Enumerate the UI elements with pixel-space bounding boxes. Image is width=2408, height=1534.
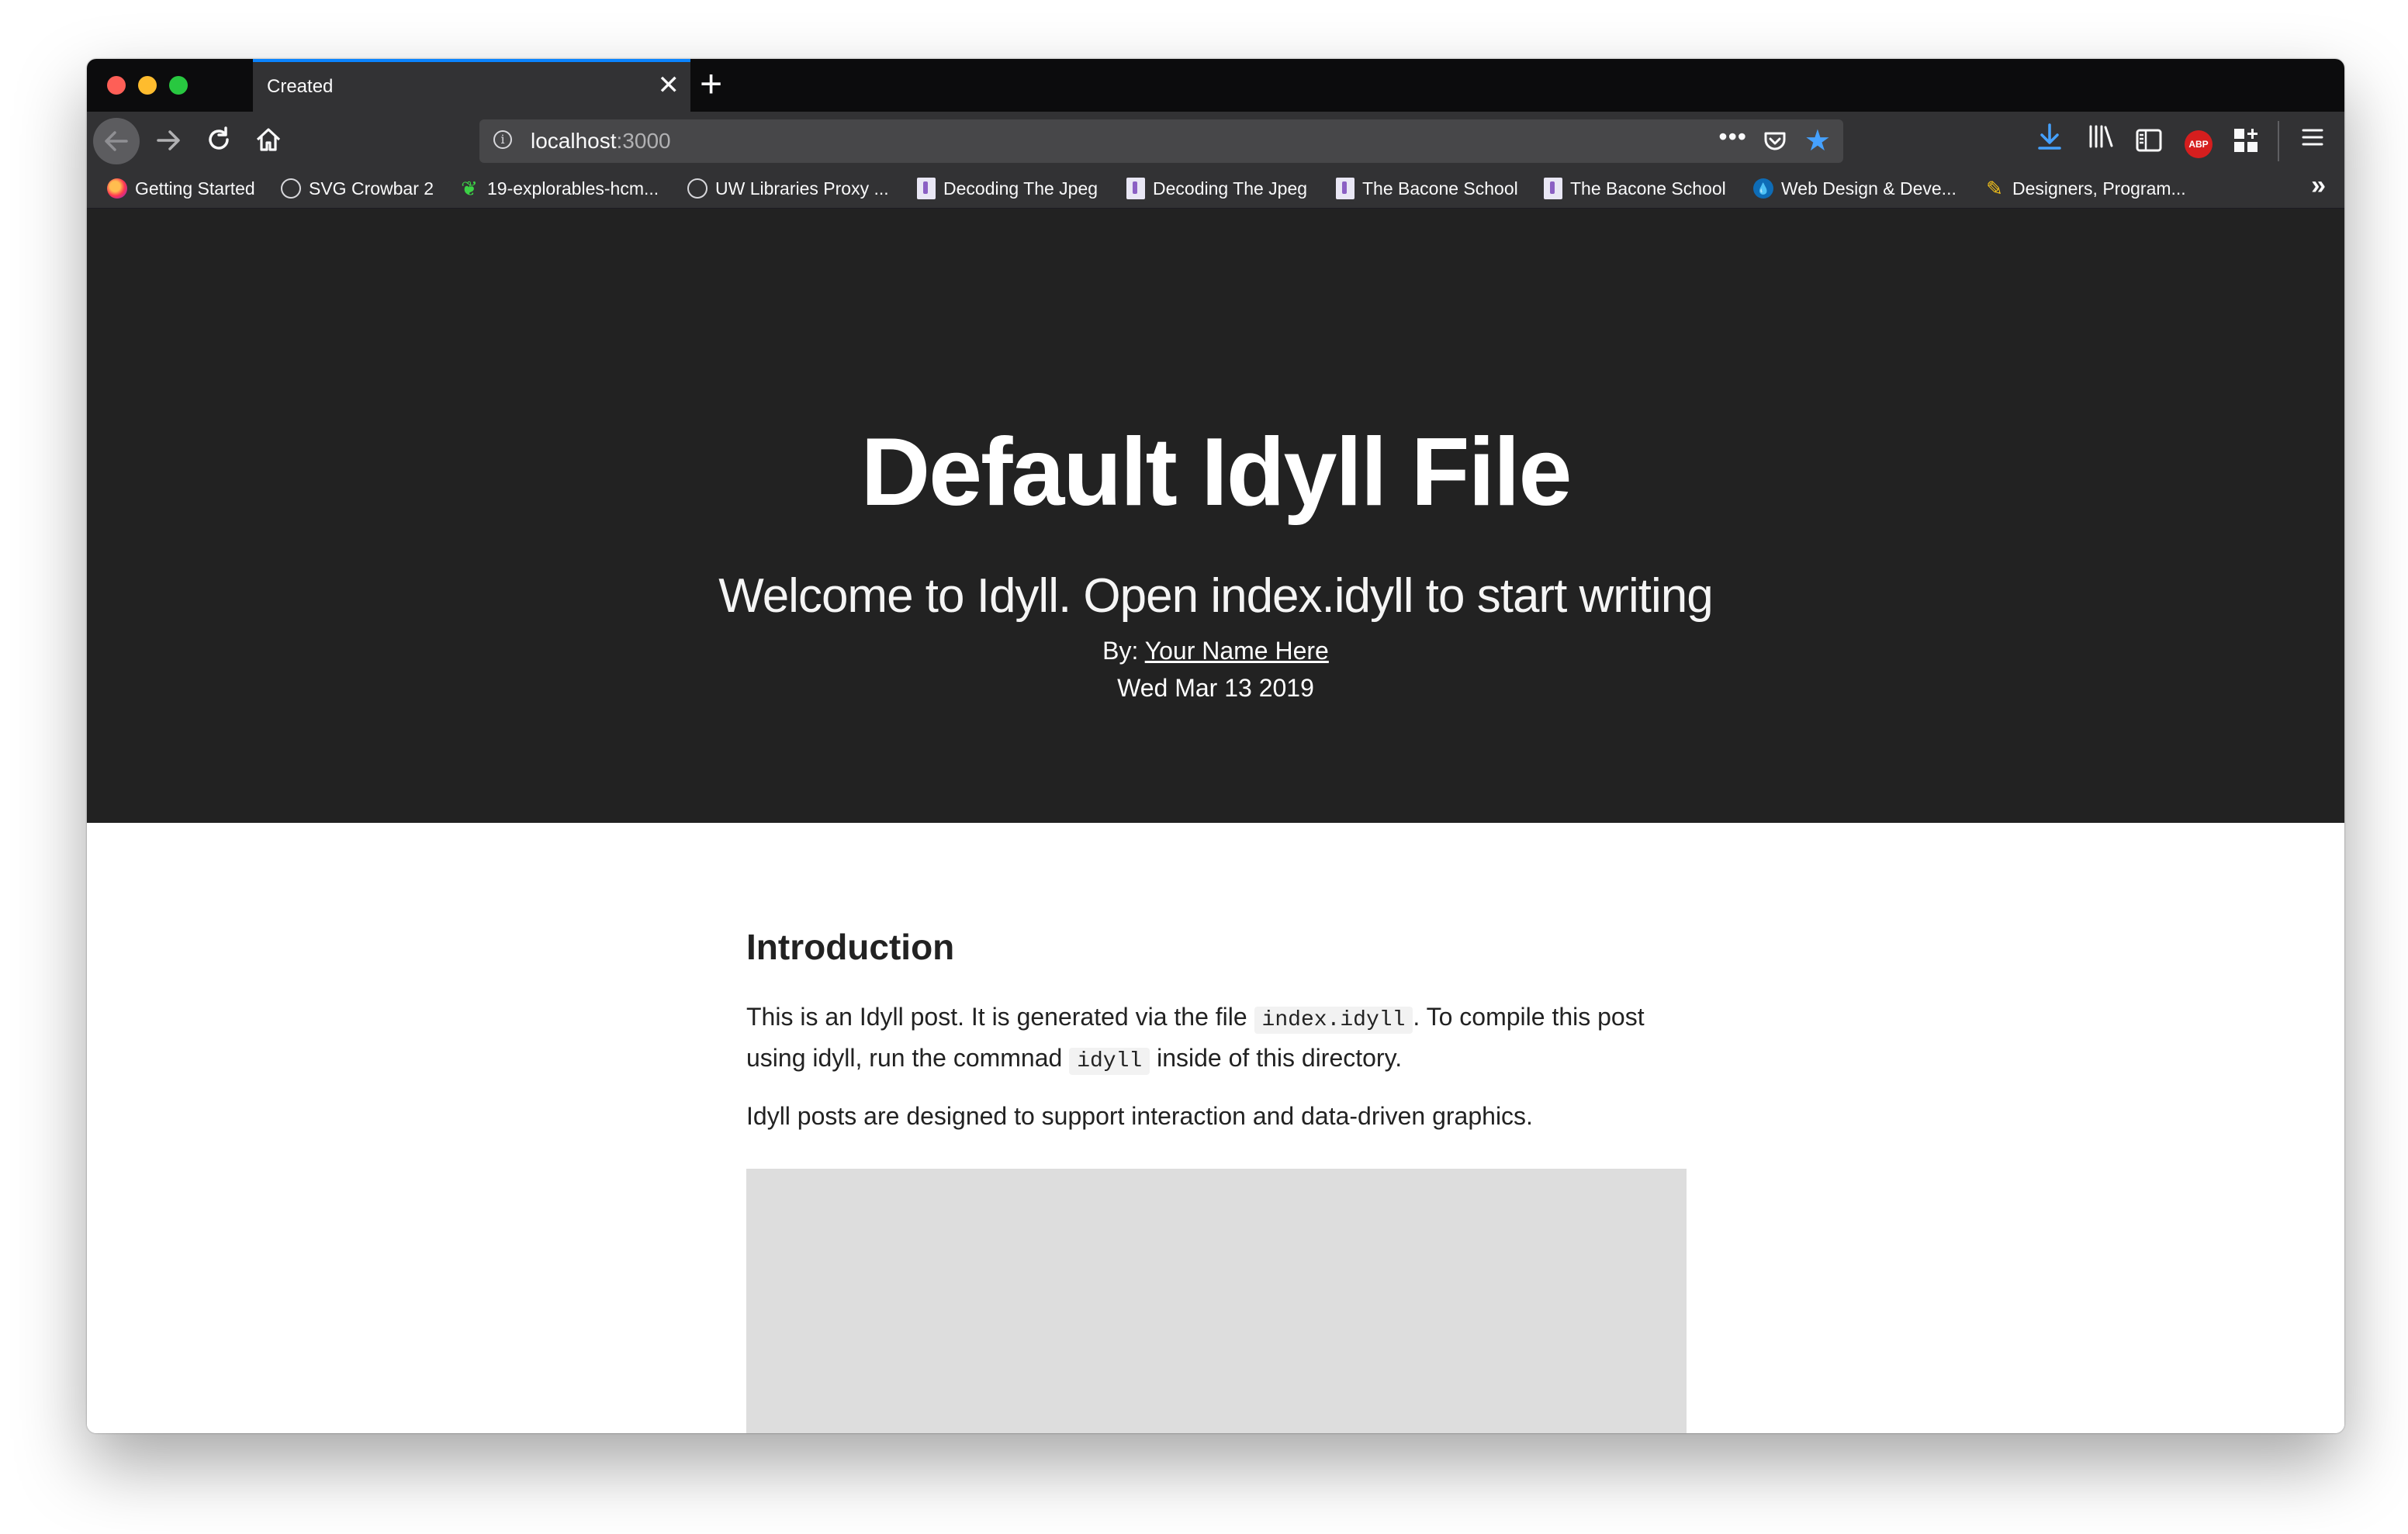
home-button[interactable] [254, 126, 282, 157]
bookmark-item[interactable]: ❦ 19-explorables-hcm... [459, 175, 659, 202]
author-link[interactable]: Your Name Here [1145, 637, 1329, 665]
section-heading: Introduction [746, 927, 955, 967]
url-bar[interactable]: i localhost:3000 ••• ★ [479, 119, 1843, 163]
zoom-window-button[interactable] [169, 76, 188, 95]
page-title: Default Idyll File [860, 419, 1572, 526]
bookmark-item[interactable]: The Bacone School [1336, 175, 1518, 202]
forward-button[interactable] [155, 118, 182, 166]
arrow-right-icon [157, 130, 180, 150]
globe-icon [281, 178, 301, 199]
hamburger-menu-icon[interactable] [2301, 123, 2324, 157]
bookmarks-toolbar: Getting Started SVG Crowbar 2 ❦ 19-explor… [87, 169, 2344, 209]
bookmark-item[interactable]: The Bacone School [1544, 175, 1726, 202]
page-icon [917, 178, 936, 199]
back-button[interactable] [93, 118, 140, 164]
chevron-double-right-icon[interactable]: » [2311, 171, 2326, 201]
reload-icon [209, 126, 229, 150]
close-window-button[interactable] [107, 76, 126, 95]
browser-window: Created ✕ + i localhost:3000 ••• ★ ABP G… [87, 59, 2344, 1433]
bookmark-item[interactable]: UW Libraries Proxy ... [687, 175, 889, 202]
adblock-icon[interactable]: ABP [2185, 130, 2213, 158]
body-paragraph: Idyll posts are designed to support inte… [746, 1102, 1533, 1130]
tab-active[interactable]: Created ✕ [253, 59, 690, 112]
pencil-icon: ✎ [1986, 177, 2003, 200]
bookmark-item[interactable]: ✎ Designers, Program... [1984, 175, 2186, 202]
inline-code: index.idyll [1254, 1007, 1413, 1034]
page-icon [1544, 178, 1562, 199]
globe-icon [687, 178, 708, 199]
close-icon[interactable]: ✕ [658, 70, 680, 101]
page-content: Default Idyll File Welcome to Idyll. Ope… [87, 209, 2344, 1433]
sidebar-icon[interactable] [2135, 127, 2163, 161]
bookmark-star-icon[interactable]: ★ [1804, 124, 1831, 158]
bookmark-item[interactable]: 💧 Web Design & Deve... [1753, 175, 1956, 202]
bookmark-item[interactable]: Decoding The Jpeg [917, 175, 1098, 202]
intro-paragraph: This is an Idyll post. It is generated v… [746, 1003, 1645, 1075]
tab-title: Created [267, 76, 334, 97]
reload-button[interactable] [205, 116, 233, 167]
extensions-grid-icon[interactable] [2233, 127, 2259, 162]
leaf-icon: ❦ [461, 177, 478, 200]
hero-header: Default Idyll File Welcome to Idyll. Ope… [87, 209, 2344, 823]
publish-date: Wed Mar 13 2019 [1117, 674, 1314, 702]
tab-strip: Created ✕ + [87, 59, 2344, 112]
firefox-icon [107, 178, 127, 199]
navigation-toolbar: i localhost:3000 ••• ★ ABP [87, 112, 2344, 169]
inline-code: idyll [1069, 1048, 1150, 1075]
url-text[interactable]: localhost:3000 [531, 129, 671, 154]
home-icon [256, 128, 281, 151]
arrow-left-icon [105, 131, 128, 151]
info-icon[interactable]: i [493, 130, 512, 149]
page-icon [1336, 178, 1354, 199]
bookmark-item[interactable]: Getting Started [107, 175, 255, 202]
page-subtitle: Welcome to Idyll. Open index.idyll to st… [718, 569, 1713, 623]
library-icon[interactable] [2087, 123, 2115, 159]
pocket-icon[interactable] [1763, 129, 1787, 157]
minimize-window-button[interactable] [138, 76, 157, 95]
page-actions-icon[interactable]: ••• [1718, 123, 1747, 151]
byline: By: Your Name Here [1102, 637, 1329, 665]
page-icon [1126, 178, 1145, 199]
download-icon[interactable] [2037, 123, 2062, 159]
graphic-placeholder [746, 1169, 1687, 1433]
bookmark-item[interactable]: Decoding The Jpeg [1126, 175, 1307, 202]
drop-icon: 💧 [1753, 178, 1773, 199]
new-tab-button[interactable]: + [700, 60, 722, 107]
bookmark-item[interactable]: SVG Crowbar 2 [281, 175, 434, 202]
toolbar-separator [2278, 121, 2279, 161]
